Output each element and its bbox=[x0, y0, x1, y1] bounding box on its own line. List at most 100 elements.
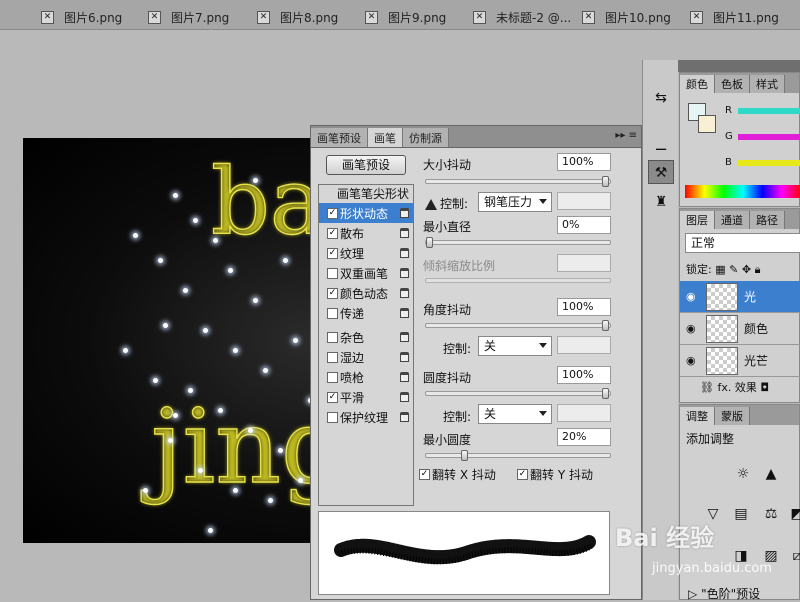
lock-icon[interactable] bbox=[400, 372, 409, 382]
checkbox-icon[interactable] bbox=[327, 411, 338, 423]
brush-presets-button[interactable]: 画笔预设 bbox=[326, 155, 406, 175]
history-icon[interactable]: ⇆ bbox=[648, 86, 674, 110]
brush-option-item[interactable]: ✓ 颜色动态 bbox=[319, 283, 413, 303]
lock-position-icon[interactable]: ✥ bbox=[742, 263, 751, 276]
lock-icon[interactable] bbox=[400, 308, 409, 318]
brush-presets-icon[interactable]: ⚊ bbox=[648, 134, 674, 158]
fx-icon[interactable]: fx. bbox=[717, 381, 731, 394]
control-pen-pressure-select[interactable]: 钢笔压力 bbox=[478, 192, 552, 212]
blend-mode-select[interactable]: 正常 bbox=[685, 233, 800, 253]
close-icon[interactable]: ✕ bbox=[41, 10, 54, 24]
lock-icon[interactable] bbox=[400, 352, 409, 362]
checkbox-icon[interactable]: ✓ bbox=[327, 227, 338, 239]
lock-icon[interactable] bbox=[400, 208, 409, 218]
clone-source-icon[interactable]: ♜ bbox=[648, 190, 674, 214]
brush-option-item[interactable]: 传递 bbox=[319, 303, 413, 323]
slider-thumb[interactable] bbox=[602, 320, 609, 331]
checkbox-icon[interactable] bbox=[327, 371, 338, 383]
checkbox-icon[interactable] bbox=[327, 331, 338, 343]
brush-option-item[interactable]: ✓ 平滑 bbox=[319, 387, 413, 407]
roundness-jitter-value[interactable]: 100% bbox=[557, 366, 611, 384]
slider-thumb[interactable] bbox=[602, 388, 609, 399]
layer-row[interactable]: ◉ 光 bbox=[680, 281, 800, 313]
tab-2[interactable]: ✕ 图片7.png bbox=[148, 6, 229, 28]
document-canvas[interactable]: bai jing bbox=[23, 138, 310, 543]
checkbox-icon[interactable] bbox=[327, 351, 338, 363]
roundness-jitter-slider[interactable] bbox=[425, 388, 611, 399]
size-jitter-slider[interactable] bbox=[425, 176, 611, 187]
eye-icon[interactable]: ◉ bbox=[686, 290, 700, 303]
checkbox-icon[interactable]: ✓ bbox=[327, 207, 338, 219]
tab-6[interactable]: ✕ 图片10.png bbox=[582, 6, 671, 28]
checkbox-icon[interactable]: ✓ bbox=[517, 469, 528, 480]
tab-channels[interactable]: 通道 bbox=[715, 211, 750, 229]
blue-slider[interactable] bbox=[738, 160, 800, 166]
lock-icon[interactable] bbox=[400, 268, 409, 278]
tab-brush-presets[interactable]: 画笔预设 bbox=[311, 128, 368, 147]
panel-menu-icon[interactable]: ▸▸ ≡ bbox=[615, 130, 637, 141]
brush-option-item[interactable]: 喷枪 bbox=[319, 367, 413, 387]
flip-y-jitter-checkbox[interactable]: ✓ 翻转 Y 抖动 bbox=[517, 466, 593, 483]
tab-paths[interactable]: 路径 bbox=[750, 211, 785, 229]
lock-icon[interactable] bbox=[400, 288, 409, 298]
background-color-swatch[interactable] bbox=[698, 115, 716, 133]
brush-tip-shape-item[interactable]: 画笔笔尖形状 bbox=[319, 185, 413, 203]
lock-icon[interactable] bbox=[400, 412, 409, 422]
min-roundness-value[interactable]: 20% bbox=[557, 428, 611, 446]
layer-row[interactable]: ◉ 颜色 bbox=[680, 313, 800, 345]
lock-transparency-icon[interactable]: ▦ bbox=[715, 263, 725, 276]
green-slider[interactable] bbox=[738, 134, 800, 140]
link-icon[interactable]: ⛓ bbox=[700, 381, 714, 394]
tab-swatches[interactable]: 色板 bbox=[715, 75, 750, 93]
eye-icon[interactable]: ◉ bbox=[686, 354, 700, 367]
close-icon[interactable]: ✕ bbox=[582, 10, 595, 24]
selective-color-icon[interactable]: ⧄ bbox=[786, 545, 800, 567]
brush-option-item[interactable]: ✓ 散布 bbox=[319, 223, 413, 243]
eye-icon[interactable]: ◉ bbox=[686, 322, 700, 335]
brush-option-item[interactable]: 双重画笔 bbox=[319, 263, 413, 283]
tab-1[interactable]: ✕ 图片6.png bbox=[41, 6, 122, 28]
tab-clone-source[interactable]: 仿制源 bbox=[403, 128, 449, 147]
min-diameter-value[interactable]: 0% bbox=[557, 216, 611, 234]
tab-7[interactable]: ✕ 图片11.png bbox=[690, 6, 779, 28]
checkbox-icon[interactable]: ✓ bbox=[419, 469, 430, 480]
slider-thumb[interactable] bbox=[426, 237, 433, 248]
angle-control-select[interactable]: 关 bbox=[478, 336, 552, 356]
close-icon[interactable]: ✕ bbox=[365, 10, 378, 24]
brightness-icon[interactable]: ☼ bbox=[732, 463, 754, 485]
tab-brush[interactable]: 画笔 bbox=[368, 128, 403, 147]
brush-option-item[interactable]: ✓ 形状动态 bbox=[319, 203, 413, 223]
checkbox-icon[interactable]: ✓ bbox=[327, 391, 338, 403]
close-icon[interactable]: ✕ bbox=[148, 10, 161, 24]
brush-option-item[interactable]: 杂色 bbox=[319, 327, 413, 347]
tab-adjustments[interactable]: 调整 bbox=[680, 407, 715, 425]
slider-thumb[interactable] bbox=[461, 450, 469, 461]
brush-option-item[interactable]: 保护纹理 bbox=[319, 407, 413, 427]
brush-option-item[interactable]: 湿边 bbox=[319, 347, 413, 367]
tab-layers[interactable]: 图层 bbox=[680, 211, 715, 229]
close-icon[interactable]: ✕ bbox=[690, 10, 703, 24]
slider-thumb[interactable] bbox=[602, 176, 609, 187]
checkbox-icon[interactable]: ✓ bbox=[327, 247, 338, 259]
size-jitter-value[interactable]: 100% bbox=[557, 153, 611, 171]
lock-icon[interactable] bbox=[400, 392, 409, 402]
tab-masks[interactable]: 蒙版 bbox=[715, 407, 750, 425]
brush-option-item[interactable]: ✓ 纹理 bbox=[319, 243, 413, 263]
hue-saturation-icon[interactable]: ▤ bbox=[730, 503, 752, 525]
min-roundness-slider[interactable] bbox=[425, 450, 611, 461]
lock-icon[interactable] bbox=[400, 248, 409, 258]
angle-jitter-slider[interactable] bbox=[425, 320, 611, 331]
red-slider[interactable] bbox=[738, 108, 800, 114]
color-balance-icon[interactable]: ⚖ bbox=[760, 503, 782, 525]
tab-color[interactable]: 颜色 bbox=[680, 75, 715, 93]
black-white-icon[interactable]: ◩ bbox=[786, 503, 800, 525]
flip-x-jitter-checkbox[interactable]: ✓ 翻转 X 抖动 bbox=[419, 466, 496, 483]
mask-icon[interactable]: ◘ bbox=[760, 381, 769, 394]
tab-4[interactable]: ✕ 图片9.png bbox=[365, 6, 446, 28]
tab-styles[interactable]: 样式 bbox=[750, 75, 785, 93]
checkbox-icon[interactable]: ✓ bbox=[327, 287, 338, 299]
angle-jitter-value[interactable]: 100% bbox=[557, 298, 611, 316]
checkbox-icon[interactable] bbox=[327, 307, 338, 319]
tab-5[interactable]: ✕ 未标题-2 @... bbox=[473, 6, 571, 28]
lock-pixels-icon[interactable]: ✎ bbox=[729, 263, 738, 276]
